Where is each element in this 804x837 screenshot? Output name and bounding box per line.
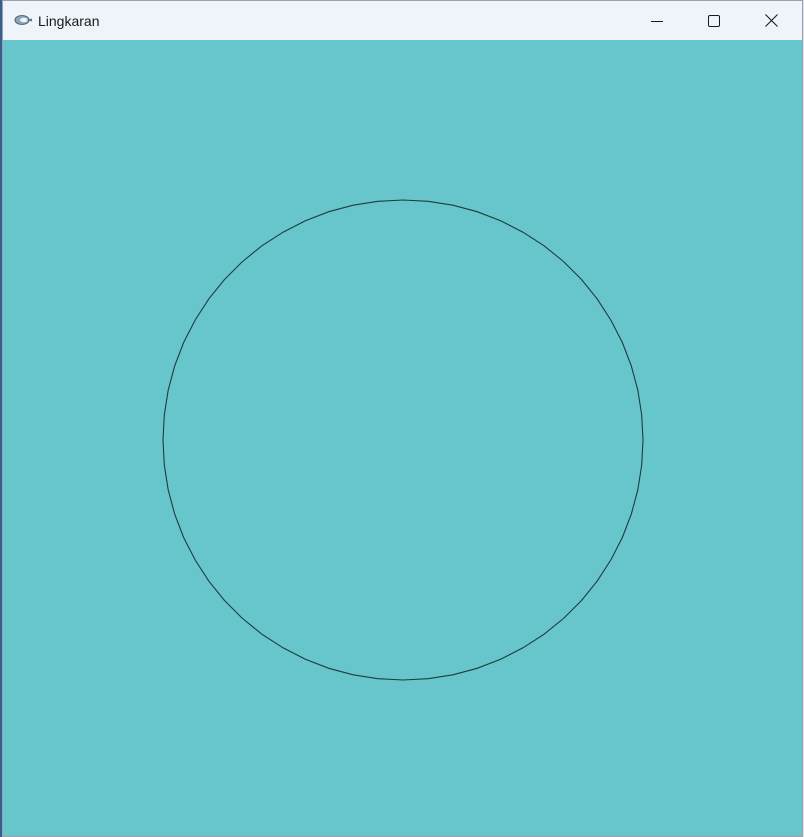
maximize-icon <box>707 14 720 27</box>
title-bar[interactable]: Lingkaran <box>3 1 802 40</box>
minimize-icon <box>650 15 663 27</box>
app-window: Lingkaran <box>2 0 803 837</box>
minimize-button[interactable] <box>628 1 685 40</box>
close-button[interactable] <box>743 1 800 40</box>
window-title: Lingkaran <box>38 13 100 29</box>
app-icon <box>13 12 33 28</box>
drawing-canvas <box>3 40 802 836</box>
close-icon <box>765 14 778 27</box>
canvas-svg <box>162 199 644 681</box>
maximize-button[interactable] <box>685 1 742 40</box>
circle-outline <box>162 199 644 681</box>
